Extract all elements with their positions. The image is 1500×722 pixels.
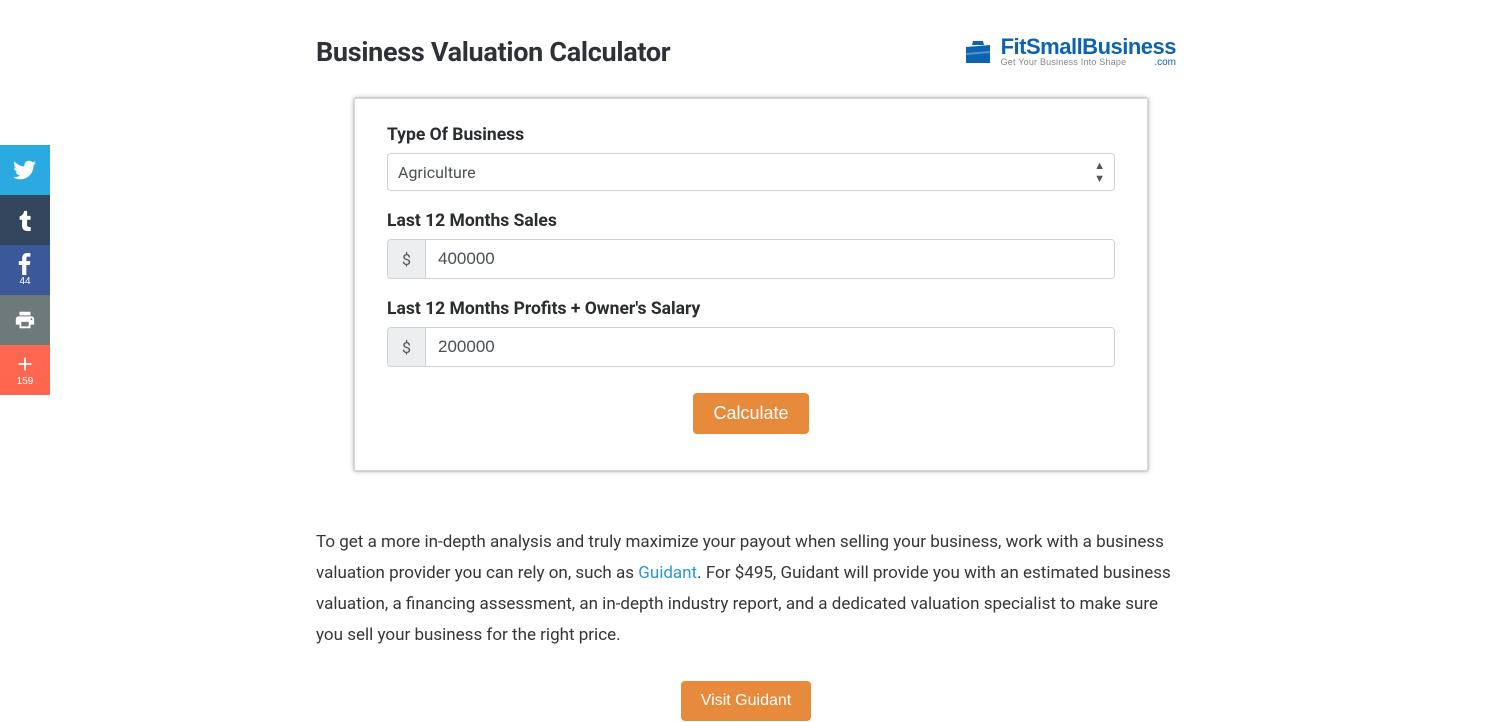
- type-of-business-label: Type Of Business: [387, 125, 1115, 145]
- facebook-icon: [14, 253, 36, 275]
- share-facebook-button[interactable]: 44: [0, 245, 50, 295]
- profits-field: Last 12 Months Profits + Owner's Salary …: [387, 299, 1115, 367]
- visit-guidant-button[interactable]: Visit Guidant: [681, 681, 811, 721]
- brand-tagline: Get Your Business Into Shape: [1001, 58, 1127, 67]
- currency-symbol: $: [388, 240, 426, 278]
- brand-logo[interactable]: FitSmallBusiness Get Your Business Into …: [963, 36, 1176, 68]
- share-print-button[interactable]: [0, 295, 50, 345]
- facebook-share-count: 44: [19, 277, 30, 287]
- share-twitter-button[interactable]: [0, 145, 50, 195]
- profits-label: Last 12 Months Profits + Owner's Salary: [387, 299, 1115, 319]
- sales-field: Last 12 Months Sales $: [387, 211, 1115, 279]
- type-of-business-value: Agriculture: [398, 163, 476, 182]
- calculator-card: Type Of Business Agriculture ▲▼ Last 12 …: [354, 98, 1148, 471]
- briefcase-icon: [963, 39, 993, 65]
- profits-input[interactable]: [426, 328, 1114, 366]
- share-more-button[interactable]: 159: [0, 345, 50, 395]
- description-paragraph: To get a more in-depth analysis and trul…: [316, 527, 1176, 651]
- sales-label: Last 12 Months Sales: [387, 211, 1115, 231]
- share-rail: 44 159: [0, 145, 50, 395]
- header-row: Business Valuation Calculator FitSmallBu…: [316, 36, 1176, 68]
- total-share-count: 159: [17, 377, 34, 387]
- plus-icon: [14, 353, 36, 375]
- guidant-link[interactable]: Guidant: [638, 563, 697, 583]
- sales-input[interactable]: [426, 240, 1114, 278]
- currency-symbol: $: [388, 328, 426, 366]
- tumblr-icon: [14, 209, 36, 231]
- calculate-button[interactable]: Calculate: [693, 393, 808, 434]
- page-title: Business Valuation Calculator: [316, 36, 670, 68]
- brand-dotcom: .com: [1154, 58, 1176, 68]
- share-tumblr-button[interactable]: [0, 195, 50, 245]
- type-of-business-field: Type Of Business Agriculture ▲▼: [387, 125, 1115, 191]
- main-column: Business Valuation Calculator FitSmallBu…: [316, 0, 1176, 721]
- twitter-icon: [13, 158, 37, 182]
- type-of-business-select[interactable]: Agriculture: [387, 153, 1115, 191]
- brand-name: FitSmallBusiness: [1001, 34, 1176, 59]
- print-icon: [14, 309, 36, 331]
